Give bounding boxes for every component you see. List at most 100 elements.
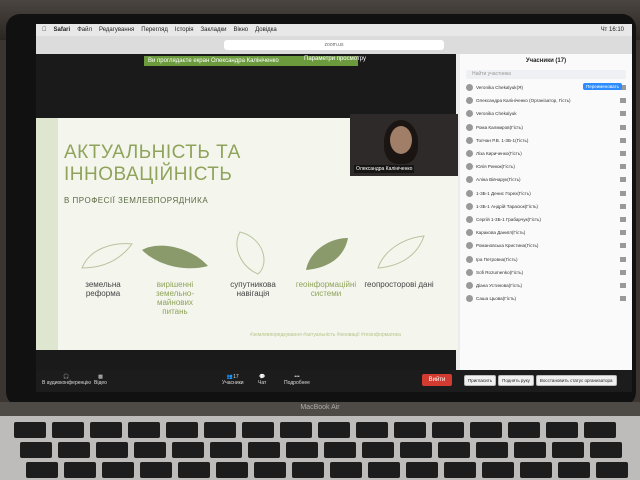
view-options-button[interactable]: Параметри просмотру: [304, 56, 366, 62]
speaker-video-tile[interactable]: Олександра Калініченко: [350, 114, 458, 176]
more-button[interactable]: ••• Подробнее: [284, 374, 310, 386]
participant-row[interactable]: Саша Цьова(Гість): [460, 292, 632, 305]
avatar: [466, 150, 473, 158]
avatar: [466, 110, 473, 118]
participant-row[interactable]: Veronika Chekalyuk(Я) Переименовать: [460, 81, 632, 94]
avatar: [466, 176, 473, 184]
keyboard-key: [90, 422, 122, 438]
apple-icon[interactable]: : [42, 27, 47, 33]
mic-muted-icon[interactable]: [620, 190, 626, 196]
keyboard-key: [406, 462, 438, 478]
mic-muted-icon[interactable]: [620, 269, 626, 275]
video-button[interactable]: ▩ Відео: [94, 374, 107, 386]
caption-land-property-issues: вирішенні земельно-майнових питань: [155, 280, 195, 316]
participants-button[interactable]: 👥17 Учасники: [222, 374, 244, 386]
keyboard-key: [546, 422, 578, 438]
menu-file[interactable]: Файл: [77, 27, 92, 33]
mic-muted-icon[interactable]: [620, 256, 626, 262]
participant-name: Толчан Р.В. 1-3Б-1(Гість): [476, 137, 529, 143]
mic-muted-icon[interactable]: [620, 282, 626, 288]
participant-row[interactable]: 1-3Б-1 Андрій Тарасюк(Гість): [460, 200, 632, 213]
mic-muted-icon[interactable]: [620, 203, 626, 209]
participant-row[interactable]: 1-3Б-1 Денис Горех(Гість): [460, 187, 632, 200]
keyboard-key: [558, 462, 590, 478]
keyboard-key: [96, 442, 128, 458]
participant-row[interactable]: Олександра Калініченко (Організатор, Гіс…: [460, 94, 632, 107]
reclaim-host-button[interactable]: Восстановить статус организатора: [535, 374, 617, 386]
participant-row[interactable]: Аліна Вівчарук(Гість): [460, 173, 632, 186]
keyboard-key: [102, 462, 134, 478]
keyboard-key: [438, 442, 470, 458]
menu-history[interactable]: Історія: [175, 27, 194, 33]
keyboard-key: [204, 422, 236, 438]
caption-gis: геоінформаційні системи: [295, 280, 357, 298]
raise-hand-button[interactable]: Поднять руку: [498, 374, 534, 386]
mic-muted-icon[interactable]: [620, 98, 626, 104]
address-bar[interactable]: zoom.us: [224, 40, 444, 50]
mic-muted-icon[interactable]: [620, 177, 626, 183]
avatar: [466, 123, 473, 131]
mic-muted-icon[interactable]: [620, 296, 626, 302]
participant-name: Олександра Калініченко (Організатор, Гіс…: [476, 98, 571, 104]
participant-search-input[interactable]: Найти участника: [466, 70, 626, 79]
participant-list: Veronika Chekalyuk(Я) Переименовать Олекса…: [460, 81, 632, 305]
participant-row[interactable]: Юлія Ринюк(Гість): [460, 160, 632, 173]
mic-muted-icon[interactable]: [620, 216, 626, 222]
keyboard-key: [292, 462, 324, 478]
participant-row[interactable]: Ліза Кириченко(Гість): [460, 147, 632, 160]
participant-row[interactable]: Діана Устинова(Гість): [460, 279, 632, 292]
participant-row[interactable]: Veronika Chekalyuk: [460, 107, 632, 120]
keyboard-key: [172, 442, 204, 458]
keyboard-key: [216, 462, 248, 478]
mic-muted-icon[interactable]: [620, 137, 626, 143]
slide-hashtags: #землевпорядкування #актуальність #іннов…: [250, 332, 401, 338]
keyboard-key: [362, 442, 394, 458]
keyboard-key: [444, 462, 476, 478]
mic-muted-icon[interactable]: [620, 230, 626, 236]
keyboard-key: [254, 462, 286, 478]
slide-title-line1: АКТУАЛЬНІСТЬ ТА: [64, 142, 241, 163]
menu-window[interactable]: Вікно: [233, 27, 248, 33]
participants-title: Учасники (17): [525, 58, 567, 64]
keyboard-key: [280, 422, 312, 438]
caption-land-reform: земельна реформа: [85, 280, 121, 298]
mic-muted-icon[interactable]: [620, 164, 626, 170]
keyboard-key: [394, 422, 426, 438]
participant-row[interactable]: Романовська Кристина(Гість): [460, 239, 632, 252]
participant-row[interactable]: Рома Калмиров(Гість): [460, 121, 632, 134]
audio-button[interactable]: 🎧 В аудиоконференцію: [42, 374, 91, 386]
menu-view[interactable]: Перегляд: [141, 27, 168, 33]
keyboard-key: [58, 442, 90, 458]
mic-muted-icon[interactable]: [620, 111, 626, 117]
app-menu[interactable]: Safari: [54, 27, 71, 33]
share-banner-text: Ви проглядаєте екран Олександра Калініче…: [148, 58, 279, 64]
participant-name: Рома Калмиров(Гість): [476, 124, 523, 130]
keyboard-key: [400, 442, 432, 458]
keyboard-key: [596, 462, 628, 478]
participant-row[interactable]: Іра Петровна(Гість): [460, 252, 632, 265]
participant-row[interactable]: Каракова Даниїл(Гість): [460, 226, 632, 239]
keyboard-key: [476, 442, 508, 458]
mic-muted-icon[interactable]: [620, 151, 626, 157]
keyboard-key: [508, 422, 540, 438]
menu-help[interactable]: Довідка: [255, 27, 277, 33]
menu-edit[interactable]: Редагування: [99, 27, 134, 33]
zoom-meeting-area: Ви проглядаєте екран Олександра Калініче…: [36, 54, 458, 392]
keyboard-key: [26, 462, 58, 478]
leave-button[interactable]: Вийти: [422, 374, 452, 386]
keyboard-key: [368, 462, 400, 478]
mic-muted-icon[interactable]: [620, 124, 626, 130]
laptop-screen:  Safari Файл Редагування Перегляд Істор…: [36, 24, 632, 392]
participant-row[interactable]: Сергій 1-3Б-1 Грабарчук(Гість): [460, 213, 632, 226]
participant-row[interactable]: Sofi Rozumenko(Гість): [460, 266, 632, 279]
chat-button[interactable]: 💬 Чат: [258, 374, 266, 386]
menu-bookmarks[interactable]: Закладки: [201, 27, 227, 33]
rename-button[interactable]: Переименовать: [583, 83, 622, 90]
participant-row[interactable]: Толчан Р.В. 1-3Б-1(Гість): [460, 134, 632, 147]
mic-muted-icon[interactable]: [620, 243, 626, 249]
keyboard-key: [52, 422, 84, 438]
participant-name: Діана Устинова(Гість): [476, 282, 523, 288]
avatar: [466, 163, 473, 171]
invite-button[interactable]: Пригласить: [464, 374, 497, 386]
avatar: [466, 215, 473, 223]
